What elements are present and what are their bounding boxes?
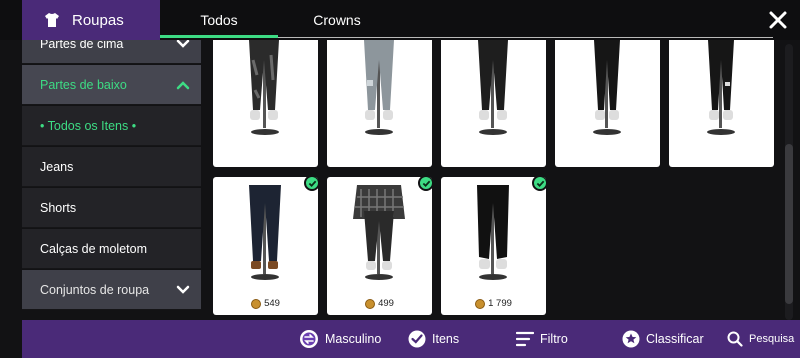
price-value: 549 (264, 298, 280, 309)
sidebar-item-todos-os-itens[interactable]: • Todos os Itens • (22, 106, 201, 146)
sidebar-item-label: Calças de moletom (40, 241, 147, 256)
item-card[interactable] (669, 40, 774, 167)
filter-label: Filtro (540, 332, 568, 346)
pants-image (249, 185, 281, 280)
item-card[interactable]: 1 799 (441, 177, 546, 315)
item-card[interactable] (327, 40, 432, 167)
bottom-toolbar: Masculino Itens Filtro Classificar Pesqu… (22, 320, 800, 358)
items-label: Itens (432, 332, 460, 346)
tab-divider (278, 37, 773, 38)
price-value: 1 799 (488, 298, 512, 309)
sidebar-item-label: Partes de cima (40, 40, 124, 51)
price-tag: 1 799 (441, 298, 546, 309)
item-card[interactable] (441, 40, 546, 167)
active-tab-indicator (160, 35, 278, 38)
sidebar-item-label: • Todos os Itens • (40, 118, 137, 133)
tab-todos-label: Todos (200, 12, 238, 28)
owned-check-icon (418, 177, 432, 191)
pants-image (353, 185, 405, 280)
sort-label: Classificar (646, 332, 704, 346)
sidebar-item-jeans[interactable]: Jeans (22, 147, 201, 187)
search-button[interactable]: Pesquisa (727, 320, 794, 358)
scrollbar-thumb[interactable] (785, 144, 793, 304)
filter-icon (516, 331, 534, 347)
item-grid: 549 499 1 799 (203, 40, 783, 320)
pants-image (707, 40, 735, 135)
pants-image (477, 185, 509, 280)
tab-crowns[interactable]: Crowns (278, 0, 396, 40)
pants-image (249, 40, 279, 135)
item-card[interactable] (555, 40, 660, 167)
coin-icon (251, 298, 262, 309)
sidebar-item-partes-de-cima[interactable]: Partes de cima (22, 40, 201, 64)
shirt-icon (45, 13, 59, 27)
sidebar-item-label: Shorts (40, 200, 77, 215)
item-card[interactable] (213, 40, 318, 167)
items-button[interactable]: Itens (408, 320, 459, 358)
wardrobe-screen: Roupas Todos Crowns Partes de cima Parte… (0, 0, 800, 358)
price-tag: 499 (327, 298, 432, 309)
chevron-up-icon (176, 81, 190, 90)
sidebar-item-partes-de-baixo[interactable]: Partes de baixo (22, 65, 201, 105)
coin-icon (365, 298, 376, 309)
coin-icon (475, 298, 486, 309)
close-button[interactable] (764, 6, 792, 34)
item-card[interactable]: 549 (213, 177, 318, 315)
category-title: Roupas (22, 0, 160, 40)
owned-check-icon (304, 177, 318, 191)
swap-gender-icon (300, 330, 318, 348)
search-label: Pesquisa (749, 333, 795, 345)
chevron-down-icon (176, 285, 190, 294)
tab-crowns-label: Crowns (313, 12, 361, 28)
sort-icon (622, 330, 640, 348)
grid-scrollbar[interactable] (785, 44, 793, 320)
search-icon (727, 331, 743, 347)
page-title: Roupas (72, 11, 124, 29)
check-circle-icon (408, 330, 426, 348)
pants-image (478, 40, 508, 135)
sidebar-item-conjuntos-de-roupa[interactable]: Conjuntos de roupa (22, 270, 201, 310)
sidebar-item-calcas-de-moletom[interactable]: Calças de moletom (22, 229, 201, 269)
sidebar-item-label: Jeans (40, 159, 74, 174)
sidebar-item-label: Conjuntos de roupa (40, 282, 150, 297)
owned-check-icon (532, 177, 546, 191)
filter-button[interactable]: Filtro (516, 320, 568, 358)
sidebar[interactable]: Partes de cima Partes de baixo • Todos o… (22, 40, 201, 320)
sidebar-item-label: Partes de baixo (40, 77, 127, 92)
price-value: 499 (378, 298, 394, 309)
gender-toggle-button[interactable]: Masculino (299, 320, 381, 358)
gender-label: Masculino (325, 332, 382, 346)
item-card[interactable]: 499 (327, 177, 432, 315)
pants-image (364, 40, 394, 135)
close-icon (769, 11, 787, 29)
tab-todos[interactable]: Todos (160, 0, 278, 40)
top-bar: Roupas Todos Crowns (0, 0, 800, 40)
sidebar-item-shorts[interactable]: Shorts (22, 188, 201, 228)
sort-button[interactable]: Classificar (622, 320, 704, 358)
pants-image (593, 40, 621, 135)
price-tag: 549 (213, 298, 318, 309)
chevron-down-icon (176, 40, 190, 48)
